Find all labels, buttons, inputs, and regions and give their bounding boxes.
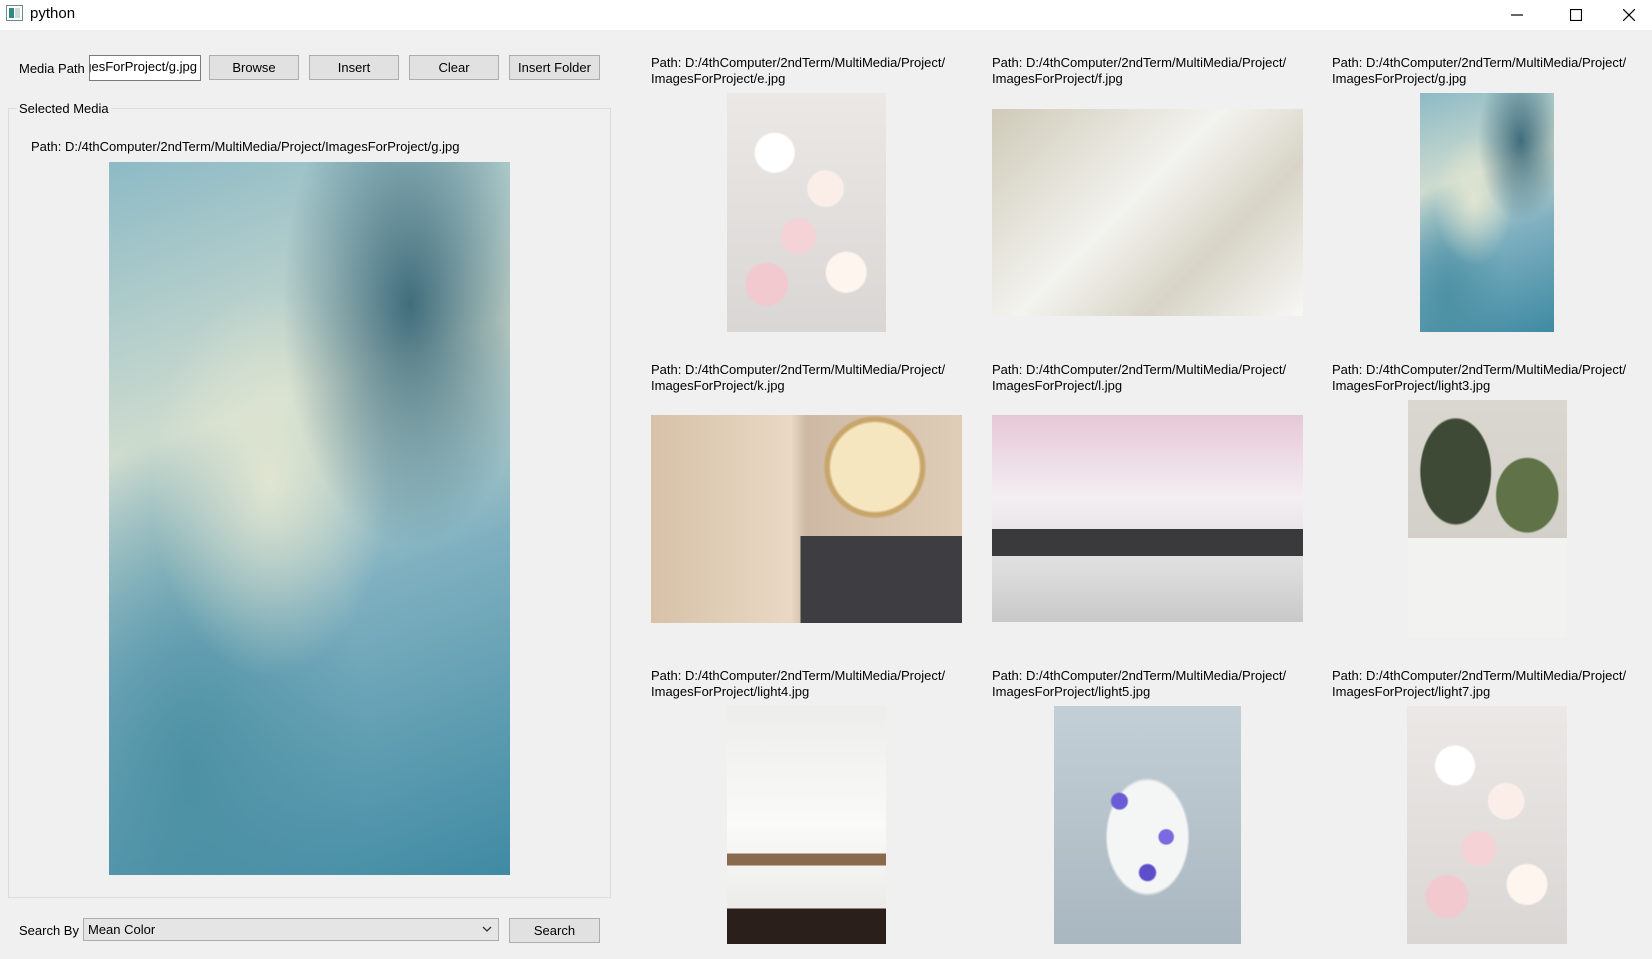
- insert-folder-button[interactable]: Insert Folder: [509, 55, 600, 80]
- browse-button[interactable]: Browse: [209, 55, 299, 80]
- maximize-icon: [1570, 9, 1582, 21]
- result-path: Path: D:/4thComputer/2ndTerm/MultiMedia/…: [1332, 362, 1627, 393]
- app-icon: [6, 5, 23, 21]
- insert-button[interactable]: Insert: [309, 55, 399, 80]
- result-path: Path: D:/4thComputer/2ndTerm/MultiMedia/…: [992, 362, 1287, 393]
- search-by-select[interactable]: Mean Color: [83, 918, 499, 941]
- maximize-button[interactable]: [1553, 0, 1599, 30]
- result-image[interactable]: [1407, 706, 1567, 944]
- search-by-value: Mean Color: [88, 922, 156, 937]
- result-path: Path: D:/4thComputer/2ndTerm/MultiMedia/…: [651, 362, 946, 393]
- chevron-down-icon: [482, 926, 492, 932]
- media-path-input[interactable]: D:/4thComputer/2ndTerm/MultiMedia/Projec…: [89, 55, 201, 81]
- close-button[interactable]: [1606, 0, 1652, 30]
- media-path-label: Media Path: [19, 61, 85, 76]
- search-button[interactable]: Search: [509, 918, 600, 943]
- result-image[interactable]: [992, 109, 1303, 316]
- result-image[interactable]: [727, 93, 886, 332]
- media-path-value: D:/4thComputer/2ndTerm/MultiMedia/Projec…: [90, 59, 197, 74]
- result-path: Path: D:/4thComputer/2ndTerm/MultiMedia/…: [992, 55, 1287, 86]
- minimize-icon: [1511, 14, 1523, 16]
- search-by-label: Search By: [19, 923, 79, 938]
- result-path: Path: D:/4thComputer/2ndTerm/MultiMedia/…: [651, 55, 946, 86]
- result-image[interactable]: [1054, 706, 1241, 944]
- clear-button[interactable]: Clear: [409, 55, 499, 80]
- result-image[interactable]: [727, 706, 886, 944]
- selected-media-title: Selected Media: [17, 101, 111, 116]
- minimize-button[interactable]: [1494, 0, 1540, 30]
- result-image[interactable]: [651, 415, 962, 623]
- result-path: Path: D:/4thComputer/2ndTerm/MultiMedia/…: [651, 668, 946, 699]
- result-image[interactable]: [1420, 93, 1554, 332]
- selected-media-path: Path: D:/4thComputer/2ndTerm/MultiMedia/…: [31, 139, 460, 154]
- result-path: Path: D:/4thComputer/2ndTerm/MultiMedia/…: [992, 668, 1287, 699]
- title-bar: python: [0, 0, 1652, 30]
- result-image[interactable]: [992, 415, 1303, 622]
- result-path: Path: D:/4thComputer/2ndTerm/MultiMedia/…: [1332, 668, 1627, 699]
- window-title: python: [30, 5, 76, 22]
- result-image[interactable]: [1408, 400, 1567, 638]
- close-icon: [1623, 9, 1635, 21]
- selected-media-image: [109, 162, 510, 875]
- result-path: Path: D:/4thComputer/2ndTerm/MultiMedia/…: [1332, 55, 1627, 86]
